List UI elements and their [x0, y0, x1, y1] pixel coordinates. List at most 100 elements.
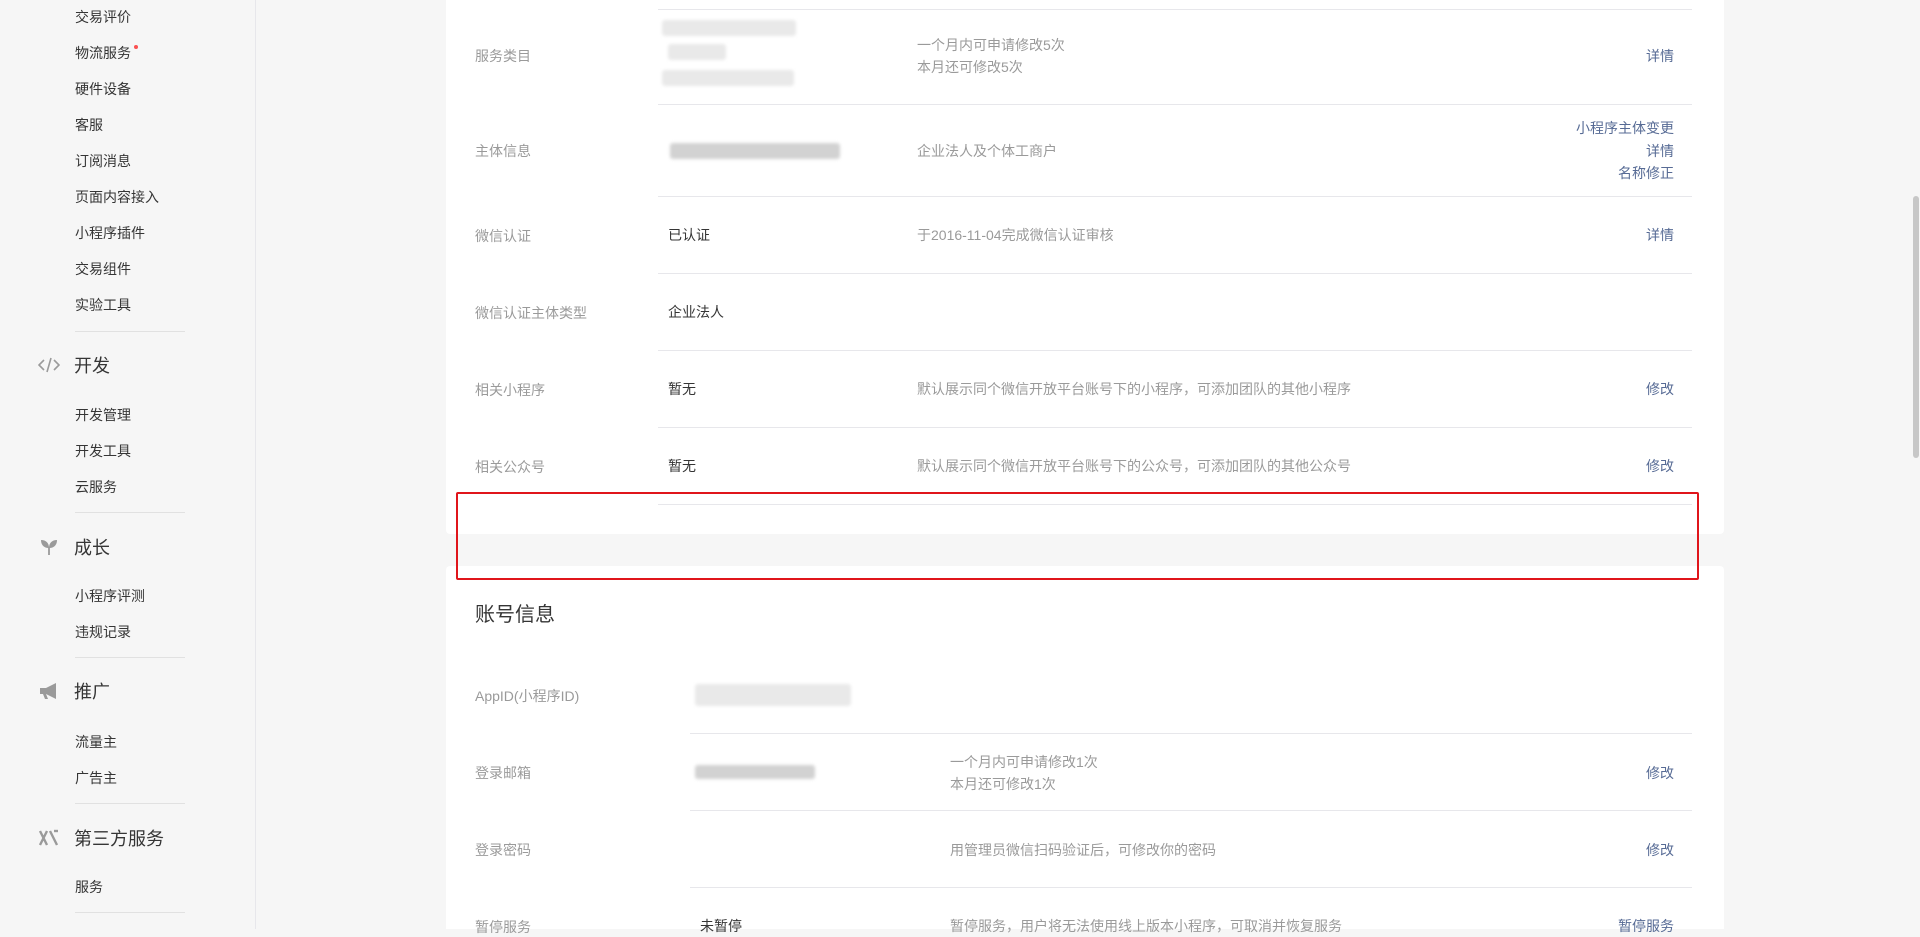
- sidebar-item-label: 违规记录: [75, 624, 131, 640]
- sidebar-item-label: 小程序插件: [75, 225, 145, 241]
- sidebar-item-services[interactable]: 服务: [75, 877, 103, 897]
- sidebar-item-label: 小程序评测: [75, 588, 145, 604]
- sidebar-item-customer-service[interactable]: 客服: [75, 115, 103, 135]
- sidebar-group-label: 推广: [74, 682, 110, 702]
- pause-label: 暂停服务: [475, 919, 531, 935]
- sidebar-item-label: 交易组件: [75, 261, 131, 277]
- new-badge-dot: [134, 45, 138, 49]
- sidebar-item-subscribe-msg[interactable]: 订阅消息: [75, 151, 131, 171]
- email-label: 登录邮箱: [475, 765, 531, 781]
- related-oa-edit-link[interactable]: 修改: [1646, 455, 1674, 477]
- password-edit-link[interactable]: 修改: [1646, 839, 1674, 861]
- row-divider: [690, 733, 1692, 734]
- email-edit-link[interactable]: 修改: [1646, 762, 1674, 784]
- sidebar-item-label: 订阅消息: [75, 153, 131, 169]
- sidebar-item-cloud[interactable]: 云服务: [75, 477, 117, 497]
- sidebar-item-label: 物流服务: [75, 45, 131, 61]
- sidebar-item-logistics[interactable]: 物流服务: [75, 43, 138, 63]
- sidebar-item-label: 广告主: [75, 770, 117, 786]
- sidebar-item-label: 客服: [75, 117, 103, 133]
- redacted-value: [695, 684, 851, 706]
- megaphone-icon: [36, 678, 62, 704]
- basic-info-card: 服务类目 一个月内可申请修改5次 本月还可修改5次 详情 主体信息 企业法人及个…: [446, 0, 1724, 534]
- wechat-cert-detail-link[interactable]: 详情: [1646, 224, 1674, 246]
- redacted-value: [662, 70, 794, 86]
- pause-desc: 暂停服务，用户将无法使用线上版本小程序，可取消并恢复服务: [950, 918, 1342, 934]
- row-divider: [658, 196, 1692, 197]
- sidebar-item-label: 云服务: [75, 479, 117, 495]
- related-mp-value: 暂无: [668, 381, 696, 397]
- related-mp-edit-link[interactable]: 修改: [1646, 378, 1674, 400]
- row-divider: [658, 427, 1692, 428]
- sidebar-item-trade-review[interactable]: 交易评价: [75, 7, 131, 27]
- sidebar-group-label: 成长: [74, 538, 110, 558]
- service-category-desc: 一个月内可申请修改5次: [917, 37, 1065, 53]
- sidebar-item-label: 流量主: [75, 734, 117, 750]
- row-divider: [690, 810, 1692, 811]
- cert-type-value: 企业法人: [668, 304, 724, 320]
- related-mp-desc: 默认展示同个微信开放平台账号下的小程序，可添加团队的其他小程序: [917, 381, 1351, 397]
- sidebar-item-evaluation[interactable]: 小程序评测: [75, 586, 145, 606]
- wechat-cert-label: 微信认证: [475, 228, 531, 244]
- scrollbar[interactable]: [1912, 0, 1920, 929]
- sidebar-item-dev-tools[interactable]: 开发工具: [75, 441, 131, 461]
- service-category-label: 服务类目: [475, 48, 531, 64]
- sidebar-item-trade-component[interactable]: 交易组件: [75, 259, 131, 279]
- scrollbar-thumb[interactable]: [1913, 196, 1919, 458]
- appid-label: AppID(小程序ID): [475, 688, 580, 704]
- sidebar-divider: [75, 512, 185, 513]
- sidebar-item-label: 交易评价: [75, 9, 131, 25]
- sidebar-item-experiment[interactable]: 实验工具: [75, 295, 131, 315]
- sidebar-divider: [75, 912, 185, 913]
- sidebar-item-traffic-host[interactable]: 流量主: [75, 732, 117, 752]
- service-category-desc: 本月还可修改5次: [917, 59, 1023, 75]
- redacted-value: [668, 44, 726, 60]
- entity-detail-link[interactable]: 详情: [1646, 140, 1674, 162]
- wechat-cert-status: 已认证: [668, 227, 710, 243]
- sidebar-item-hardware[interactable]: 硬件设备: [75, 79, 131, 99]
- sidebar-item-label: 实验工具: [75, 297, 131, 313]
- row-divider: [658, 504, 1692, 505]
- related-mp-label: 相关小程序: [475, 382, 545, 398]
- entity-info-label: 主体信息: [475, 143, 531, 159]
- name-correction-link[interactable]: 名称修正: [1618, 162, 1674, 184]
- sprout-icon: [36, 534, 62, 560]
- email-desc: 一个月内可申请修改1次: [950, 754, 1098, 770]
- related-oa-desc: 默认展示同个微信开放平台账号下的公众号，可添加团队的其他公众号: [917, 458, 1351, 474]
- service-category-detail-link[interactable]: 详情: [1646, 45, 1674, 67]
- sidebar-item-label: 开发工具: [75, 443, 131, 459]
- sidebar-item-advertiser[interactable]: 广告主: [75, 768, 117, 788]
- related-oa-label: 相关公众号: [475, 459, 545, 475]
- wechat-cert-desc: 于2016-11-04完成微信认证审核: [917, 227, 1114, 243]
- sidebar-item-label: 硬件设备: [75, 81, 131, 97]
- code-icon: [36, 352, 62, 378]
- sidebar-group-label: 第三方服务: [74, 829, 164, 849]
- entity-change-link[interactable]: 小程序主体变更: [1576, 117, 1674, 139]
- sidebar-item-plugins[interactable]: 小程序插件: [75, 223, 145, 243]
- sidebar-group-third-party[interactable]: 第三方服务: [36, 824, 164, 852]
- sidebar-group-growth[interactable]: 成长: [36, 533, 110, 561]
- row-divider: [658, 9, 1692, 10]
- row-divider: [658, 104, 1692, 105]
- cert-type-label: 微信认证主体类型: [475, 305, 587, 321]
- sidebar-divider: [75, 803, 185, 804]
- row-divider: [658, 273, 1692, 274]
- sidebar-item-dev-manage[interactable]: 开发管理: [75, 405, 131, 425]
- redacted-value: [670, 143, 840, 159]
- sidebar-group-label: 开发: [74, 356, 110, 376]
- entity-info-desc: 企业法人及个体工商户: [917, 143, 1057, 159]
- section-title: 账号信息: [475, 604, 555, 626]
- sidebar-divider: [75, 657, 185, 658]
- password-desc: 用管理员微信扫码验证后，可修改你的密码: [950, 842, 1216, 858]
- email-desc: 本月还可修改1次: [950, 776, 1056, 792]
- sidebar-item-label: 开发管理: [75, 407, 131, 423]
- sidebar-group-promo[interactable]: 推广: [36, 677, 110, 705]
- sidebar-item-label: 服务: [75, 879, 103, 895]
- pause-service-link[interactable]: 暂停服务: [1618, 915, 1674, 937]
- sidebar-divider: [75, 331, 185, 332]
- sidebar-item-violations[interactable]: 违规记录: [75, 622, 131, 642]
- sidebar-item-page-content[interactable]: 页面内容接入: [75, 187, 159, 207]
- sidebar-group-dev[interactable]: 开发: [36, 351, 110, 379]
- redacted-value: [662, 20, 796, 36]
- related-oa-value: 暂无: [668, 458, 696, 474]
